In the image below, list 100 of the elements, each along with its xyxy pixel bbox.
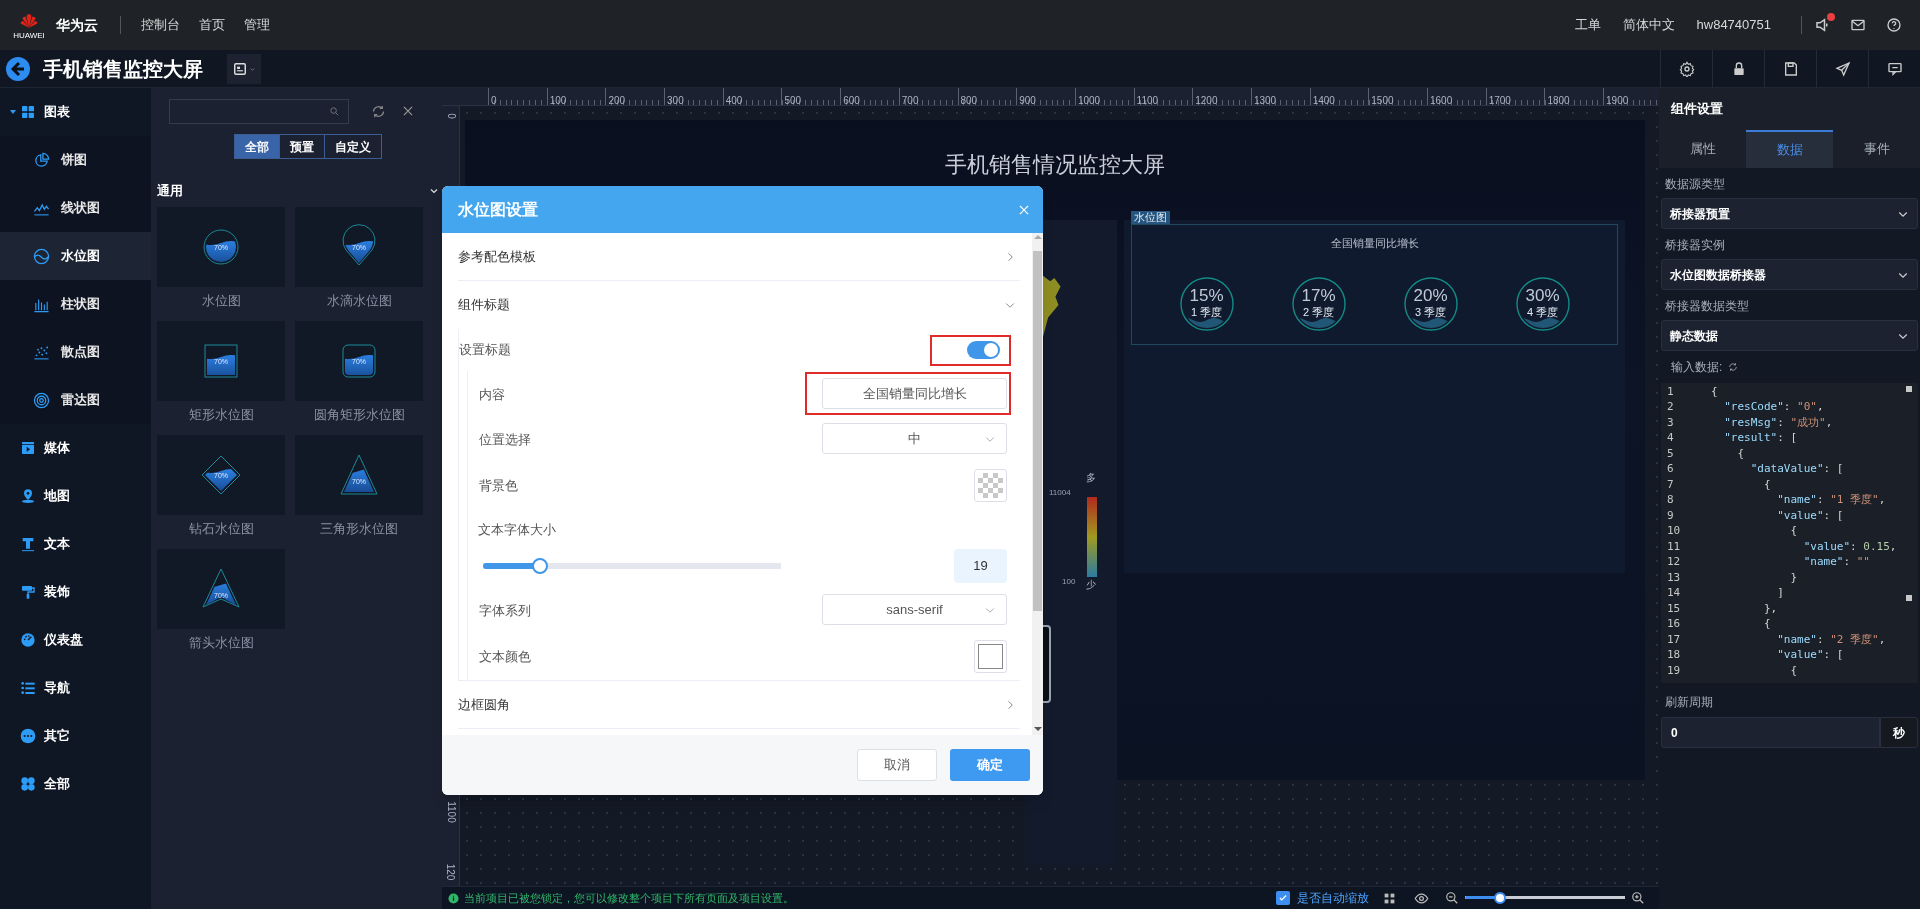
panel-tab[interactable]: 事件 — [1833, 130, 1920, 168]
select-field[interactable]: 静态数据 — [1661, 320, 1918, 351]
code-line: "dataValue": [ — [1749, 461, 1844, 477]
ruler-label: 800 — [960, 95, 978, 106]
field-label: 背景色 — [479, 478, 518, 493]
dialog-button[interactable]: 取消 — [857, 749, 937, 781]
slider-thumb[interactable] — [1494, 892, 1507, 904]
line-number: 13 — [1666, 569, 1682, 586]
sidebar-item[interactable]: 导航 — [0, 664, 151, 712]
caret-icon[interactable] — [9, 108, 17, 116]
select-field[interactable]: sans-serif — [822, 594, 1007, 625]
nav-link[interactable]: 首页 — [199, 15, 225, 35]
filter-tab[interactable]: 预置 — [279, 134, 325, 159]
send-icon[interactable] — [1834, 60, 1851, 77]
gauge-value: 15% — [1188, 285, 1225, 306]
back-icon[interactable] — [6, 56, 30, 81]
sidebar-item[interactable]: 图表 — [0, 88, 151, 136]
mail-icon[interactable] — [1850, 17, 1866, 33]
field-label: 刷新周期 — [1665, 694, 1714, 711]
line-number: 14 — [1666, 585, 1682, 601]
accordion-header[interactable]: 边框圆角 — [458, 681, 1020, 729]
line-number: 4 — [1666, 430, 1675, 446]
accordion-header[interactable]: 组件标题 — [458, 281, 1020, 329]
logo-caption: HUAWEI — [13, 30, 45, 40]
color-picker[interactable] — [974, 639, 1007, 673]
text-input[interactable]: 全国销量同比增长 — [822, 378, 1007, 409]
filter-tab[interactable]: 全部 — [234, 134, 280, 159]
select-field[interactable]: 水位图数据桥接器 — [1661, 259, 1918, 290]
grid-view-icon[interactable] — [1383, 891, 1396, 905]
ruler-label: 100 — [549, 95, 567, 106]
code-editor[interactable] — [1661, 383, 1918, 683]
sidebar-item[interactable]: 水位图 — [0, 232, 151, 280]
lock-notice: 当前项目已被您锁定，您可以修改整个项目下所有页面及项目设置。 — [464, 890, 794, 906]
filter-tab[interactable]: 自定义 — [324, 134, 382, 159]
sidebar-item[interactable]: 雷达图 — [0, 376, 151, 424]
check-icon — [1278, 893, 1288, 903]
line-number: 12 — [1666, 554, 1682, 570]
sidebar-item[interactable]: 文本 — [0, 520, 151, 568]
zoom-out-icon[interactable] — [1445, 891, 1459, 905]
component-name: 水滴水位图 — [326, 292, 392, 310]
search-field[interactable] — [169, 98, 349, 124]
header-link[interactable]: 工单 — [1574, 15, 1601, 35]
title-toggle[interactable] — [967, 341, 1000, 359]
water-gauge — [1178, 275, 1235, 332]
more-icon — [20, 728, 36, 744]
eye-icon[interactable] — [1414, 890, 1429, 906]
line-number: 3 — [1666, 414, 1675, 431]
save-icon[interactable] — [1782, 60, 1799, 77]
accordion-header[interactable]: 参考配色模板 — [458, 233, 1020, 281]
component-label: 水位图 — [1131, 211, 1170, 224]
sidebar-item[interactable]: 散点图 — [0, 328, 151, 376]
select-field[interactable]: 中 — [822, 423, 1007, 454]
help-icon[interactable] — [1886, 17, 1902, 33]
sidebar-item[interactable]: 柱状图 — [0, 280, 151, 328]
grid-icon — [20, 104, 36, 120]
sidebar-item[interactable]: 仪表盘 — [0, 616, 151, 664]
panel-tab[interactable]: 数据 — [1746, 130, 1833, 168]
line-number: 8 — [1666, 492, 1675, 508]
nav-link[interactable]: 管理 — [244, 15, 270, 35]
settings-icon[interactable] — [1678, 60, 1695, 77]
notification-icon[interactable] — [1814, 16, 1832, 34]
nav-link[interactable]: 控制台 — [141, 15, 180, 35]
color-picker[interactable] — [974, 468, 1007, 502]
sidebar-item[interactable]: 线状图 — [0, 184, 151, 232]
refresh-icon[interactable] — [1728, 362, 1739, 372]
panel-tab[interactable]: 属性 — [1659, 130, 1746, 168]
gauge-value: 20% — [1412, 285, 1449, 306]
number-input[interactable]: 19 — [954, 549, 1007, 583]
gauge-value: 17% — [1300, 285, 1337, 306]
header-link[interactable]: hw84740751 — [1696, 15, 1771, 35]
sidebar-item[interactable]: 地图 — [0, 472, 151, 520]
sidebar-item[interactable]: 其它 — [0, 712, 151, 760]
gauge-label: 1 季度 — [1189, 305, 1224, 319]
refresh-icon[interactable] — [371, 103, 386, 119]
gauge-label: 3 季度 — [1413, 305, 1448, 319]
sidebar-item[interactable]: 全部 — [0, 760, 151, 808]
panel-title: 组件设置 — [1671, 100, 1723, 119]
scrollbar[interactable] — [1032, 233, 1043, 735]
refresh-input[interactable]: 0 — [1661, 717, 1880, 748]
code-line: } — [1789, 569, 1798, 586]
page-icon[interactable] — [232, 61, 247, 76]
gauge-icon — [20, 632, 36, 648]
sidebar-item[interactable]: 饼图 — [0, 136, 151, 184]
comment-icon[interactable] — [1886, 60, 1903, 77]
slider-thumb[interactable] — [531, 558, 548, 574]
ruler-label: 1900 — [1606, 95, 1629, 106]
field-label: 输入数据: — [1671, 359, 1723, 376]
close-icon[interactable] — [401, 104, 415, 118]
auto-zoom-checkbox[interactable] — [1276, 891, 1290, 905]
ruler-label: 1800 — [1547, 95, 1570, 106]
code-line: "name": "2 季度", — [1776, 631, 1886, 648]
select-field[interactable]: 桥接器预置 — [1661, 198, 1918, 229]
sidebar-item[interactable]: 装饰 — [0, 568, 151, 616]
section-title: 通用 — [157, 182, 183, 201]
field-label: 数据源类型 — [1665, 176, 1726, 193]
sidebar-item[interactable]: 媒体 — [0, 424, 151, 472]
code-line: { — [1736, 445, 1745, 462]
header-link[interactable]: 简体中文 — [1622, 15, 1675, 35]
info-icon — [448, 892, 459, 904]
zoom-in-icon[interactable] — [1631, 891, 1645, 905]
